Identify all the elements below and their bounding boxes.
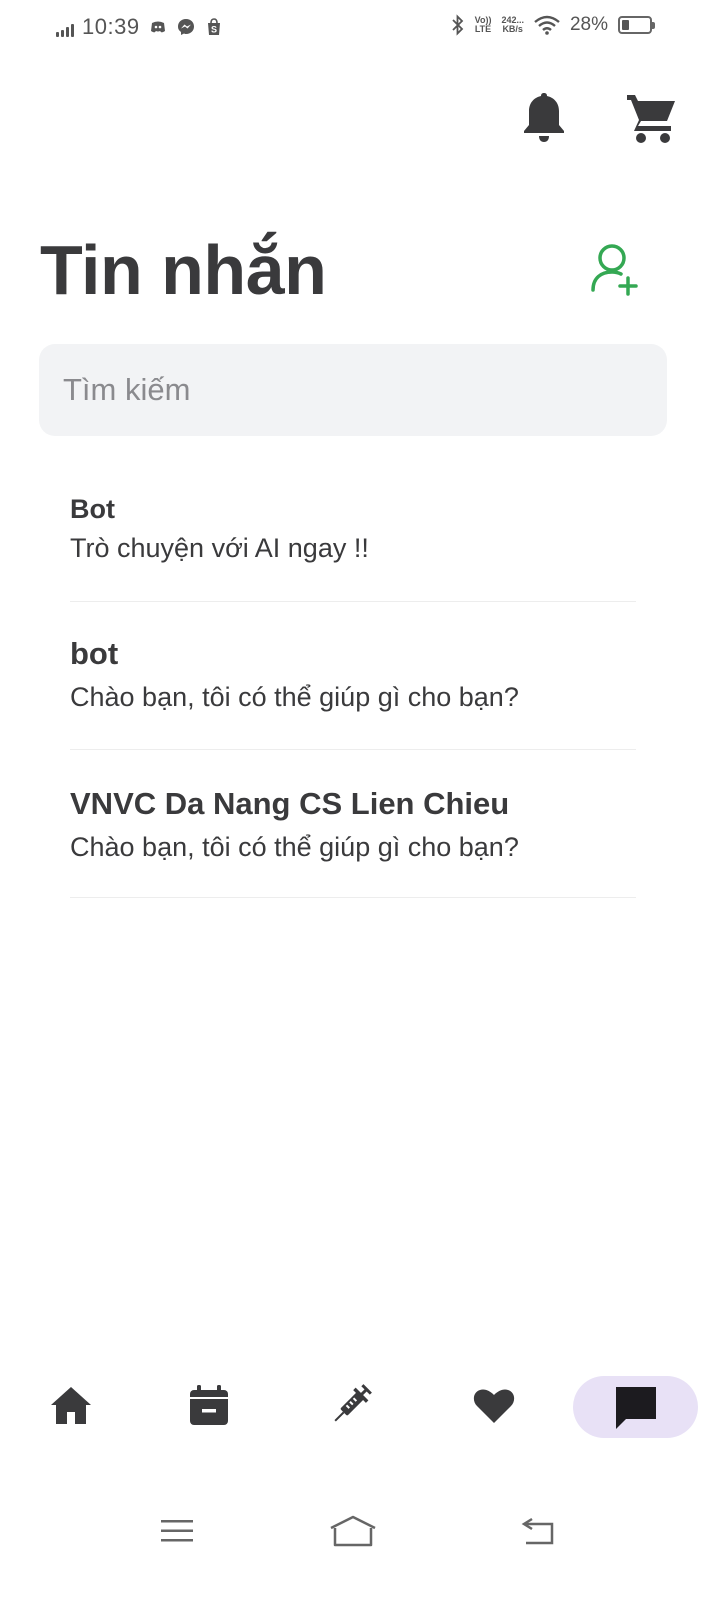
shopee-icon: S [207, 18, 220, 35]
battery-percent: 28% [569, 14, 608, 35]
conversation-list: Bot Trò chuyện với AI ngay !! bot Chào b… [70, 478, 636, 898]
discord-icon [150, 21, 165, 33]
cart-button[interactable] [624, 88, 680, 148]
conversation-name: VNVC Da Nang CS Lien Chieu [70, 786, 510, 821]
conversation-name: Bot [70, 494, 115, 524]
nav-messages[interactable] [573, 1376, 698, 1438]
home-outline-icon [330, 1515, 376, 1547]
menu-icon [161, 1520, 193, 1542]
wifi-icon [534, 15, 560, 35]
battery-icon [618, 16, 655, 34]
syringe-icon [334, 1384, 372, 1422]
page-title: Tin nhắn [40, 231, 327, 309]
network-speed: 242... KB/s [501, 15, 524, 34]
home-icon [51, 1387, 91, 1424]
conversation-last-message: Trò chuyện với AI ngay !! [70, 533, 369, 563]
nav-vaccine[interactable] [310, 1370, 390, 1442]
calendar-icon [190, 1385, 228, 1425]
back-icon [521, 1517, 554, 1545]
notification-button[interactable] [516, 88, 572, 148]
cart-icon [627, 95, 675, 143]
nav-home[interactable] [31, 1370, 111, 1442]
nav-favorites[interactable] [454, 1370, 534, 1442]
cell-signal-icon [56, 23, 74, 37]
add-friend-button[interactable] [584, 240, 644, 300]
nav-schedule[interactable] [169, 1370, 249, 1442]
conversation-name: bot [70, 636, 119, 671]
conversation-item[interactable]: VNVC Da Nang CS Lien Chieu Chào bạn, tôi… [70, 750, 636, 898]
recent-apps-button[interactable] [147, 1506, 207, 1556]
chat-icon [615, 1387, 656, 1429]
messenger-icon [177, 19, 194, 35]
conversation-item[interactable]: Bot Trò chuyện với AI ngay !! [70, 478, 636, 602]
search-input[interactable] [39, 344, 667, 436]
conversation-last-message: Chào bạn, tôi có thể giúp gì cho bạn? [70, 682, 519, 712]
bottom-nav [0, 1370, 720, 1450]
back-button[interactable] [508, 1506, 568, 1556]
conversation-item[interactable]: bot Chào bạn, tôi có thể giúp gì cho bạn… [70, 602, 636, 750]
conversation-last-message: Chào bạn, tôi có thể giúp gì cho bạn? [70, 832, 519, 862]
bluetooth-icon [451, 14, 463, 36]
system-nav [0, 1500, 720, 1560]
status-bar: 10:39 S Vo)) LTE 242... KB/s 28% [0, 0, 720, 60]
add-user-icon [591, 244, 638, 296]
bell-icon [524, 93, 564, 142]
volte-indicator: Vo)) LTE [474, 15, 492, 34]
svg-text:S: S [211, 25, 217, 35]
heart-icon [473, 1389, 515, 1423]
status-time: 10:39 [82, 14, 140, 39]
system-home-button[interactable] [323, 1506, 383, 1556]
